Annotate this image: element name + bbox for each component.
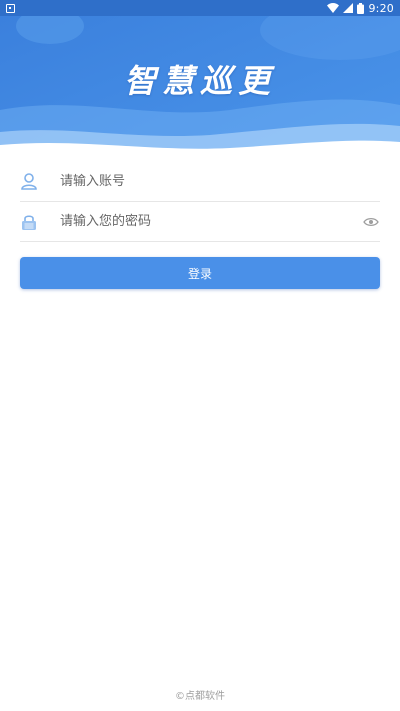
status-time: 9:20 — [368, 1, 394, 15]
battery-icon — [357, 2, 365, 14]
password-input[interactable] — [60, 206, 362, 237]
header-banner: 智慧巡更 — [0, 0, 400, 162]
login-button[interactable]: 登录 — [20, 257, 380, 289]
notification-icon — [6, 3, 15, 13]
lock-icon — [20, 213, 38, 231]
app-title: 智慧巡更 — [123, 62, 276, 100]
user-icon — [20, 173, 38, 191]
password-row — [20, 202, 380, 242]
cell-signal-icon — [343, 3, 354, 13]
account-row — [20, 162, 380, 202]
copyright-footer: ©点都软件 — [175, 691, 225, 702]
wifi-icon — [327, 3, 340, 13]
status-bar: 9:20 — [0, 0, 400, 16]
account-input[interactable] — [60, 166, 380, 197]
eye-icon[interactable] — [362, 213, 380, 231]
